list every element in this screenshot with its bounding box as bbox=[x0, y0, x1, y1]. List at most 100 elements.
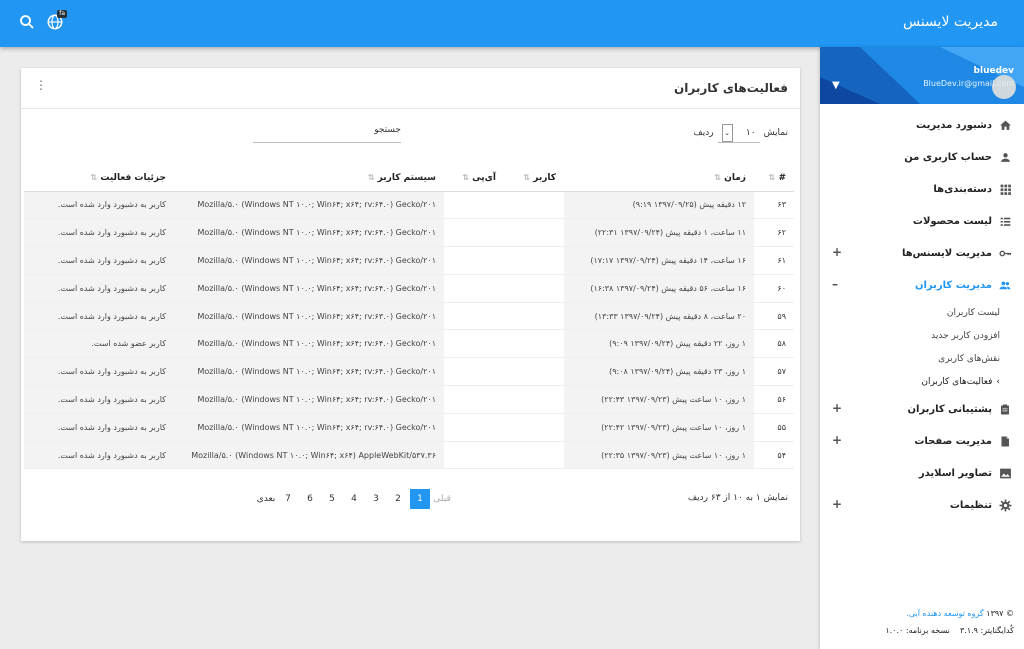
expand-plus-icon[interactable]: + bbox=[832, 401, 842, 415]
clipboard-icon bbox=[998, 402, 1012, 416]
table-row[interactable]: ۵۵ ۱ روز، ۱۰ ساعت پیش (۱۳۹۷/۰۹/۲۳ ۲۲:۴۲) M… bbox=[24, 413, 794, 442]
cell-id: ۶۰ bbox=[754, 274, 794, 303]
cell-details: کاربر به دشبورد وارد شده است. bbox=[24, 413, 174, 442]
language-globe-icon[interactable]: fa bbox=[46, 10, 67, 31]
sidebar-item-user-management[interactable]: مدیریت کاربران – bbox=[820, 269, 1024, 301]
cell-user-agent: Mozilla/۵.۰ (Windows NT ۱۰.۰; Win۶۴; x۶۴… bbox=[174, 246, 444, 275]
sort-desc-icon: ⇅ bbox=[768, 172, 776, 182]
user-management-submenu: لیست کاربران افزودن کاربر جدید نقش‌های ک… bbox=[820, 301, 1024, 393]
table-row[interactable]: ۵۹ ۲۰ ساعت، ۸ دقیقه پیش (۱۳۹۷/۰۹/۲۴ ۱۳:۳۳… bbox=[24, 302, 794, 331]
table-row[interactable]: ۵۷ ۱ روز، ۲۳ دقیقه پیش (۱۳۹۷/۰۹/۲۴ ۹:۰۸) M… bbox=[24, 357, 794, 387]
search-input[interactable]: جستجو bbox=[253, 123, 401, 143]
page-length-control: نمایش ۱۰ ⌄ ردیف bbox=[693, 123, 788, 143]
sidebar-item-settings[interactable]: تنظیمات + bbox=[820, 489, 1024, 521]
cell-user-agent: Mozilla/۵.۰ (Windows NT ۱۰.۰; Win۶۴; x۶۴… bbox=[174, 329, 444, 359]
cell-ip bbox=[444, 302, 504, 331]
cell-user-agent: Mozilla/۵.۰ (Windows NT ۱۰.۰; Win۶۴; x۶۴… bbox=[174, 385, 444, 414]
sidebar-item-label: مدیریت صفحات bbox=[914, 435, 992, 447]
cell-time: ۱۱ ساعت، ۱ دقیقه پیش (۱۳۹۷/۰۹/۲۴ ۲۲:۳۱) bbox=[564, 218, 754, 248]
search-icon[interactable] bbox=[18, 13, 36, 31]
cell-time: ۱ روز، ۱۰ ساعت پیش (۱۳۹۷/۰۹/۲۳ ۲۲:۳۵) bbox=[564, 441, 754, 470]
subnav-item-add-user[interactable]: افزودن کاربر جدید bbox=[820, 324, 1000, 347]
table-row[interactable]: ۶۱ ۱۶ ساعت، ۱۴ دقیقه پیش (۱۳۹۷/۰۹/۲۴ ۱۷:۱… bbox=[24, 246, 794, 275]
cell-id: ۵۴ bbox=[754, 441, 794, 470]
expand-plus-icon[interactable]: + bbox=[832, 497, 842, 511]
table-row[interactable]: ۶۰ ۱۶ ساعت، ۵۶ دقیقه پیش (۱۳۹۷/۰۹/۲۴ ۱۶:۳… bbox=[24, 274, 794, 303]
cell-ip bbox=[444, 329, 504, 359]
table-row[interactable]: ۵۶ ۱ روز، ۱۰ ساعت پیش (۱۳۹۷/۰۹/۲۳ ۲۲:۴۳) M… bbox=[24, 385, 794, 414]
sidebar-item-slider-images[interactable]: تصاویر اسلایدر bbox=[820, 457, 1024, 489]
table-row[interactable]: ۵۸ ۱ روز، ۲۲ دقیقه پیش (۱۳۹۷/۰۹/۲۴ ۹:۰۹) M… bbox=[24, 329, 794, 359]
sidebar-item-products[interactable]: لیست محصولات bbox=[820, 205, 1024, 237]
chevron-down-icon[interactable]: ▼ bbox=[832, 80, 840, 91]
sidebar-item-my-account[interactable]: حساب کاربری من bbox=[820, 141, 1024, 173]
page-button-7[interactable]: 7 bbox=[278, 489, 298, 509]
page-button-5[interactable]: 5 bbox=[322, 489, 342, 509]
column-header-ip[interactable]: آی‌پی ⇅ bbox=[444, 165, 504, 192]
cell-time: ۱ روز، ۱۰ ساعت پیش (۱۳۹۷/۰۹/۲۳ ۲۲:۴۲) bbox=[564, 413, 754, 442]
home-icon bbox=[998, 118, 1012, 132]
cell-id: ۵۷ bbox=[754, 357, 794, 387]
subnav-item-users-list[interactable]: لیست کاربران bbox=[820, 301, 1000, 324]
cell-time: ۱ روز، ۲۲ دقیقه پیش (۱۳۹۷/۰۹/۲۴ ۹:۰۹) bbox=[564, 329, 754, 359]
app-title[interactable]: مدیریت لایسنس bbox=[903, 14, 998, 30]
chevron-left-icon: › bbox=[996, 376, 1000, 387]
cell-user-agent: Mozilla/۵.۰ (Windows NT ۱۰.۰; Win۶۴; x۶۴… bbox=[174, 413, 444, 442]
sidebar-item-label: دسته‌بندی‌ها bbox=[933, 183, 992, 195]
table-row[interactable]: ۵۴ ۱ روز، ۱۰ ساعت پیش (۱۳۹۷/۰۹/۲۳ ۲۲:۳۵) M… bbox=[24, 441, 794, 470]
cell-user bbox=[504, 246, 564, 275]
column-header-user[interactable]: کاربر ⇅ bbox=[504, 165, 564, 192]
cell-details: کاربر به دشبورد وارد شده است. bbox=[24, 302, 174, 331]
cell-user-agent: Mozilla/۵.۰ (Windows NT ۱۰.۰; Win۶۴; x۶۴… bbox=[174, 357, 444, 387]
page-length-value: ۱۰ bbox=[745, 127, 756, 138]
activities-table-body: ۶۳ ۱۲ دقیقه پیش (۱۳۹۷/۰۹/۲۵ ۹:۱۹) Mozilla/… bbox=[24, 191, 794, 470]
column-header-details[interactable]: جزئیات فعالیت ⇅ bbox=[24, 165, 174, 192]
subnav-item-user-activities[interactable]: › فعالیت‌های کاربران bbox=[820, 370, 1000, 393]
rows-label: ردیف bbox=[693, 128, 714, 138]
footer-version-line: کُدایگنایتر: ۳.۱.۹ نسخه برنامه: ۱.۰.۰ bbox=[830, 622, 1014, 639]
user-profile-header[interactable]: bluedev BlueDev.ir@gmail.com ▼ bbox=[820, 47, 1024, 104]
more-vert-icon[interactable]: ⋮ bbox=[35, 79, 47, 91]
page-button-3[interactable]: 3 bbox=[366, 489, 386, 509]
prev-page-button[interactable]: قبلی bbox=[432, 489, 452, 509]
column-header-time[interactable]: زمان ⇅ bbox=[564, 165, 754, 192]
sidebar-item-licenses[interactable]: مدیریت لایسنس‌ها + bbox=[820, 237, 1024, 269]
search-label: جستجو bbox=[374, 125, 401, 135]
page-button-6[interactable]: 6 bbox=[300, 489, 320, 509]
sidebar-item-label: تنظیمات bbox=[949, 499, 992, 511]
expand-plus-icon[interactable]: + bbox=[832, 245, 842, 259]
grid-icon bbox=[998, 182, 1012, 196]
cell-user bbox=[504, 441, 564, 470]
sidebar-item-support[interactable]: پشتیبانی کاربران + bbox=[820, 393, 1024, 425]
cell-ip bbox=[444, 246, 504, 275]
pagination-info: نمایش ۱ به ۱۰ از ۶۳ ردیف bbox=[687, 493, 788, 503]
cell-user-agent: Mozilla/۵.۰ (Windows NT ۱۰.۰; Win۶۴; x۶۴… bbox=[174, 302, 444, 331]
cell-id: ۶۳ bbox=[754, 191, 794, 220]
column-header-id[interactable]: # ⇅ bbox=[754, 165, 794, 192]
image-icon bbox=[998, 466, 1012, 480]
page-button-2[interactable]: 2 bbox=[388, 489, 408, 509]
cell-details: کاربر عضو شده است. bbox=[24, 329, 174, 359]
cell-user bbox=[504, 218, 564, 248]
column-header-user-agent[interactable]: سیستم کاربر ⇅ bbox=[174, 165, 444, 192]
cell-details: کاربر به دشبورد وارد شده است. bbox=[24, 441, 174, 470]
cell-time: ۱۲ دقیقه پیش (۱۳۹۷/۰۹/۲۵ ۹:۱۹) bbox=[564, 191, 754, 220]
organization-link[interactable]: گروه توسعه دهنده آبی. bbox=[906, 609, 983, 618]
expand-plus-icon[interactable]: + bbox=[832, 433, 842, 447]
table-row[interactable]: ۶۳ ۱۲ دقیقه پیش (۱۳۹۷/۰۹/۲۵ ۹:۱۹) Mozilla/… bbox=[24, 191, 794, 220]
collapse-minus-icon[interactable]: – bbox=[832, 277, 838, 291]
cell-user-agent: Mozilla/۵.۰ (Windows NT ۱۰.۰; Win۶۴; x۶۴… bbox=[174, 218, 444, 248]
sidebar-item-pages[interactable]: مدیریت صفحات + bbox=[820, 425, 1024, 457]
people-icon bbox=[998, 278, 1012, 292]
page-button-4[interactable]: 4 bbox=[344, 489, 364, 509]
page-button-1[interactable]: 1 bbox=[410, 489, 430, 509]
show-label: نمایش bbox=[763, 128, 788, 138]
sidebar-item-dashboard[interactable]: دشبورد مدیریت bbox=[820, 109, 1024, 141]
sidebar-item-categories[interactable]: دسته‌بندی‌ها bbox=[820, 173, 1024, 205]
subnav-item-user-roles[interactable]: نقش‌های کاربری bbox=[820, 347, 1000, 370]
cell-user bbox=[504, 357, 564, 387]
table-row[interactable]: ۶۲ ۱۱ ساعت، ۱ دقیقه پیش (۱۳۹۷/۰۹/۲۴ ۲۲:۳۱… bbox=[24, 218, 794, 248]
person-icon bbox=[998, 150, 1012, 164]
next-page-button[interactable]: بعدی bbox=[256, 489, 276, 509]
page-length-select[interactable]: ۱۰ ⌄ bbox=[717, 123, 760, 143]
